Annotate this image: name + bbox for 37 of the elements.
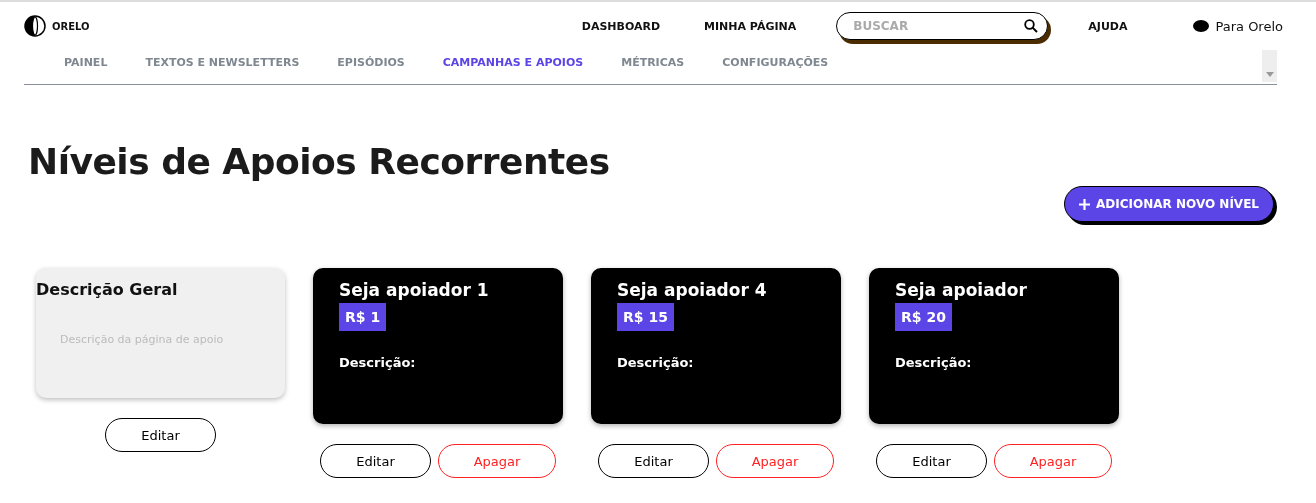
avatar-icon bbox=[1193, 20, 1210, 32]
caret-icon bbox=[1265, 72, 1274, 77]
delete-button[interactable]: Apagar bbox=[994, 444, 1112, 478]
edit-button[interactable]: Editar bbox=[598, 444, 709, 478]
account-link[interactable]: Para Orelo bbox=[1215, 18, 1283, 34]
description-label: Descrição: bbox=[339, 355, 416, 370]
tab[interactable]: EPISÓDIOS bbox=[337, 56, 405, 69]
price-tag: R$ 15 bbox=[617, 303, 674, 331]
description-label: Descrição: bbox=[895, 355, 972, 370]
edit-button[interactable]: Editar bbox=[320, 444, 431, 478]
tier-name: Seja apoiador bbox=[895, 280, 1027, 300]
tab[interactable]: TEXTOS E NEWSLETTERS bbox=[145, 56, 300, 69]
help-link[interactable]: AJUDA bbox=[1088, 19, 1128, 33]
edit-button[interactable]: Editar bbox=[105, 418, 216, 452]
logo-text[interactable]: ORELO bbox=[52, 20, 90, 32]
tab[interactable]: CONFIGURAÇÕES bbox=[722, 56, 829, 69]
plus-icon bbox=[1079, 198, 1091, 210]
price-tag: R$ 20 bbox=[895, 303, 952, 331]
add-level-button[interactable]: ADICIONAR NOVO NÍVEL bbox=[1064, 186, 1274, 222]
tab[interactable]: PAINEL bbox=[64, 56, 108, 69]
delete-button[interactable]: Apagar bbox=[438, 444, 556, 478]
nav-link[interactable]: DASHBOARD bbox=[581, 19, 661, 33]
price-tag: R$ 1 bbox=[339, 303, 387, 331]
tier-name: Seja apoiador 4 bbox=[617, 280, 767, 300]
page-title: Níveis de Apoios Recorrentes bbox=[28, 141, 611, 182]
description-label: Descrição: bbox=[617, 355, 694, 370]
edit-button[interactable]: Editar bbox=[876, 444, 987, 478]
card-title: Descrição Geral bbox=[36, 279, 179, 299]
nav-link[interactable]: MINHA PÁGINA bbox=[704, 19, 797, 33]
scroll-button[interactable] bbox=[1262, 50, 1277, 82]
tab[interactable]: CAMPANHAS E APOIOS bbox=[442, 56, 584, 69]
tier-name: Seja apoiador 1 bbox=[339, 280, 489, 300]
search-field[interactable]: BUSCAR bbox=[836, 12, 1049, 40]
tab[interactable]: MÉTRICAS bbox=[621, 56, 685, 69]
delete-button[interactable]: Apagar bbox=[716, 444, 834, 478]
search-icon bbox=[1024, 19, 1039, 33]
logo-icon bbox=[24, 15, 46, 37]
